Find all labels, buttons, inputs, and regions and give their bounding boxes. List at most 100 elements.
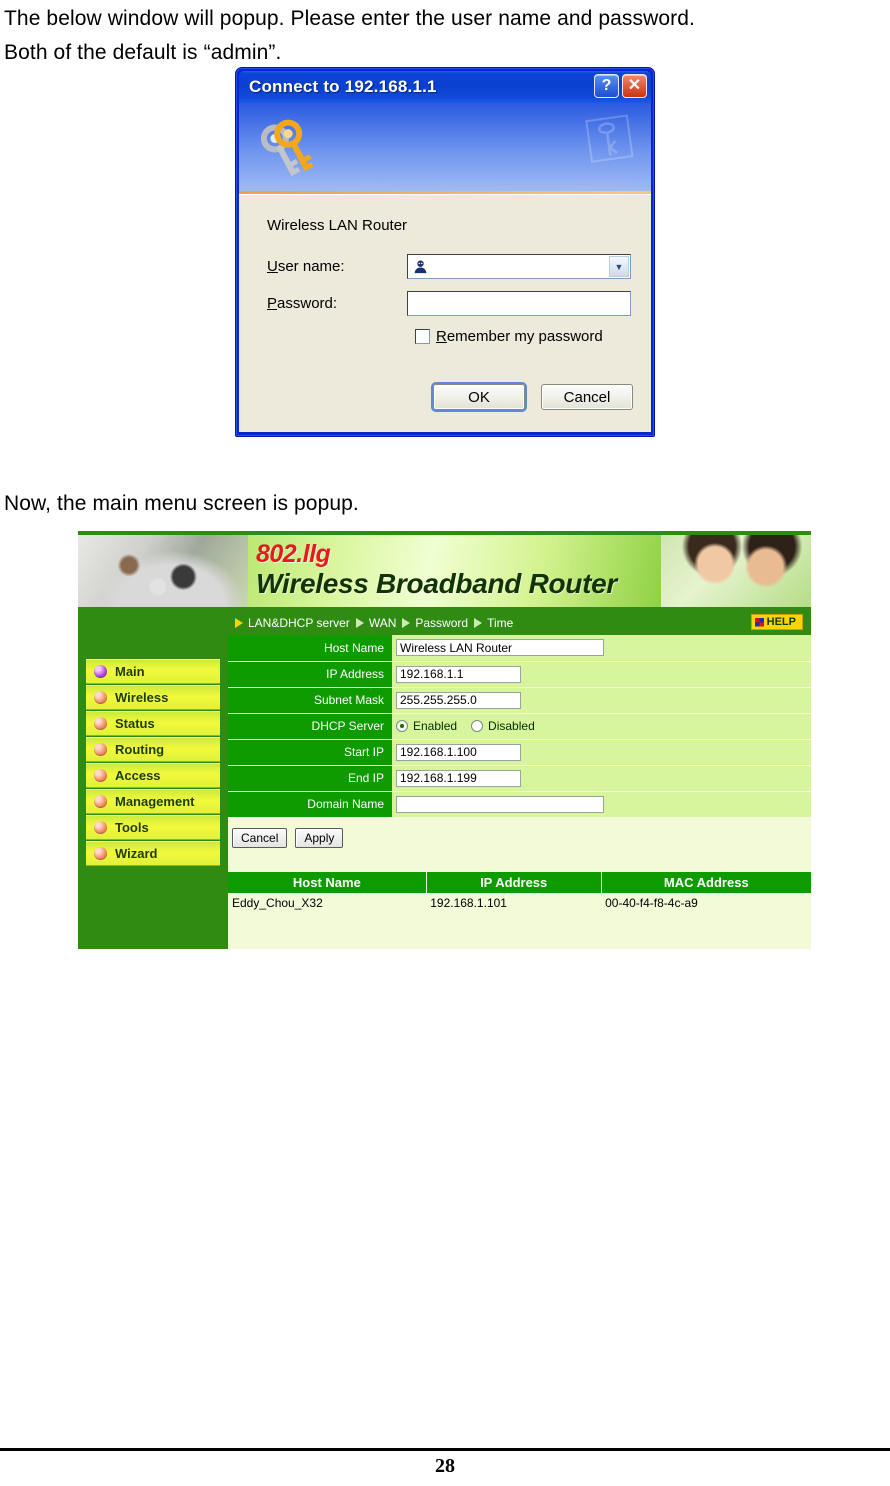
intro-line-2: Both of the default is “admin”.	[4, 41, 282, 64]
mid-paragraph: Now, the main menu screen is popup.	[4, 492, 359, 515]
nav-item-lan-dhcp-server[interactable]: LAN&DHCP server	[235, 616, 350, 630]
close-icon[interactable]: ✕	[622, 74, 647, 98]
ip-address-label: IP Address	[228, 661, 392, 688]
sidebar-item-label: Status	[115, 716, 155, 731]
dhcp-enabled-label: Enabled	[413, 719, 458, 733]
bullet-icon	[94, 743, 107, 756]
bullet-icon	[94, 847, 107, 860]
table-header-row: Host Name IP Address MAC Address	[228, 871, 811, 893]
start-ip-label: Start IP	[228, 739, 392, 766]
nav-label: Password	[415, 616, 469, 630]
domain-name-input[interactable]	[396, 795, 604, 813]
form-cancel-button[interactable]: Cancel	[232, 827, 288, 848]
help-icon[interactable]: ?	[594, 74, 619, 98]
dialog-window-buttons: ? ✕	[594, 74, 647, 98]
router-web-ui-screenshot: 802.llg Wireless Broadband Router LAN&DH…	[78, 531, 811, 949]
brand-standard: 802.llg	[256, 540, 331, 568]
form-row-host-name: Host Name Wireless LAN Router	[228, 635, 811, 662]
start-ip-input[interactable]: 192.168.1.100	[396, 743, 521, 761]
lan-dhcp-settings-form: Host Name Wireless LAN Router IP Address…	[228, 635, 811, 818]
footer-rule	[0, 1448, 890, 1451]
username-row: User name: ▼	[259, 254, 631, 279]
dhcp-enabled-radio[interactable]	[396, 720, 408, 732]
bullet-icon	[94, 821, 107, 834]
dialog-action-buttons: OK Cancel	[433, 384, 633, 410]
sidebar-item-main[interactable]: Main	[86, 659, 220, 684]
form-apply-button[interactable]: Apply	[295, 827, 344, 848]
router-banner: 802.llg Wireless Broadband Router	[78, 531, 811, 611]
username-input[interactable]: ▼	[407, 254, 631, 279]
sidebar-item-access[interactable]: Access	[86, 763, 220, 788]
dialog-body: Wireless LAN Router User name: ▼ Passwor…	[239, 194, 651, 432]
password-label: Password:	[267, 295, 338, 312]
host-name-input[interactable]: Wireless LAN Router	[396, 639, 604, 657]
dhcp-client-table: Host Name IP Address MAC Address Eddy_Ch…	[228, 871, 811, 913]
router-nav-bar: LAN&DHCP server WAN Password Time HELP	[78, 611, 811, 635]
password-input[interactable]	[407, 291, 631, 316]
dhcp-disabled-radio[interactable]	[471, 720, 484, 732]
router-main: Main Wireless Status Routing Access Mana…	[78, 635, 811, 949]
host-name-label: Host Name	[228, 635, 392, 662]
sidebar-item-management[interactable]: Management	[86, 789, 220, 814]
form-row-ip-address: IP Address 192.168.1.1	[228, 661, 811, 688]
remember-password-label: Remember my password	[436, 328, 603, 345]
bullet-icon	[94, 795, 107, 808]
dhcp-server-label: DHCP Server	[228, 713, 392, 740]
domain-name-label: Domain Name	[228, 791, 392, 818]
dialog-banner: ⚿	[239, 103, 651, 191]
sidebar-item-status[interactable]: Status	[86, 711, 220, 736]
sidebar-item-label: Management	[115, 794, 195, 809]
sidebar-item-label: Main	[115, 664, 145, 679]
dhcp-disabled-label: Disabled	[488, 719, 535, 733]
auth-realm-label: Wireless LAN Router	[267, 217, 408, 234]
form-row-end-ip: End IP 192.168.1.199	[228, 765, 811, 792]
banner-brand: 802.llg Wireless Broadband Router	[256, 541, 656, 600]
banner-photo-right	[661, 535, 811, 607]
form-action-buttons: Cancel Apply	[228, 818, 811, 848]
sidebar-item-label: Routing	[115, 742, 165, 757]
router-content: Host Name Wireless LAN Router IP Address…	[228, 635, 811, 949]
nav-item-wan[interactable]: WAN	[355, 616, 397, 630]
cancel-button[interactable]: Cancel	[541, 384, 633, 410]
column-header-mac-address: MAC Address	[601, 871, 811, 893]
username-label: User name:	[267, 258, 345, 275]
end-ip-input[interactable]: 192.168.1.199	[396, 769, 521, 787]
nav-label: WAN	[368, 616, 397, 630]
subnet-mask-input[interactable]: 255.255.255.0	[396, 691, 521, 709]
nav-label: Time	[487, 616, 514, 630]
remember-password-checkbox[interactable]	[415, 329, 430, 344]
dialog-titlebar[interactable]: Connect to 192.168.1.1 ? ✕	[239, 71, 651, 103]
form-row-domain-name: Domain Name	[228, 791, 811, 818]
arrow-right-icon	[474, 618, 483, 628]
sidebar-item-label: Tools	[115, 820, 149, 835]
help-label: HELP	[766, 616, 796, 628]
ip-address-input[interactable]: 192.168.1.1	[396, 665, 521, 683]
bullet-icon	[94, 769, 107, 782]
cell-ip-address: 192.168.1.101	[426, 892, 602, 913]
user-icon	[414, 260, 427, 274]
arrow-right-icon	[355, 618, 364, 628]
sidebar-item-label: Wireless	[115, 690, 169, 705]
sidebar-item-wizard[interactable]: Wizard	[86, 841, 220, 866]
intro-paragraph: The below window will popup. Please ente…	[4, 2, 886, 70]
cell-mac-address: 00-40-f4-f8-4c-a9	[601, 892, 811, 913]
sidebar-item-routing[interactable]: Routing	[86, 737, 220, 762]
chevron-down-icon[interactable]: ▼	[609, 256, 629, 277]
ok-button[interactable]: OK	[433, 384, 525, 410]
sidebar-item-wireless[interactable]: Wireless	[86, 685, 220, 710]
sidebar-item-label: Access	[115, 768, 161, 783]
sidebar-item-label: Wizard	[115, 846, 158, 861]
page-footer: 28	[0, 1448, 890, 1478]
help-button[interactable]: HELP	[750, 614, 803, 630]
form-row-dhcp-server: DHCP Server Enabled Disabled	[228, 713, 811, 740]
nav-label: LAN&DHCP server	[248, 616, 350, 630]
end-ip-label: End IP	[228, 765, 392, 792]
bullet-icon	[94, 691, 107, 704]
subnet-mask-label: Subnet Mask	[228, 687, 392, 714]
nav-item-password[interactable]: Password	[402, 616, 468, 630]
sidebar-item-tools[interactable]: Tools	[86, 815, 220, 840]
table-row: Eddy_Chou_X32 192.168.1.101 00-40-f4-f8-…	[228, 892, 811, 913]
remember-password-row[interactable]: Remember my password	[415, 328, 631, 345]
nav-item-time[interactable]: Time	[474, 616, 513, 630]
arrow-right-icon	[402, 618, 411, 628]
